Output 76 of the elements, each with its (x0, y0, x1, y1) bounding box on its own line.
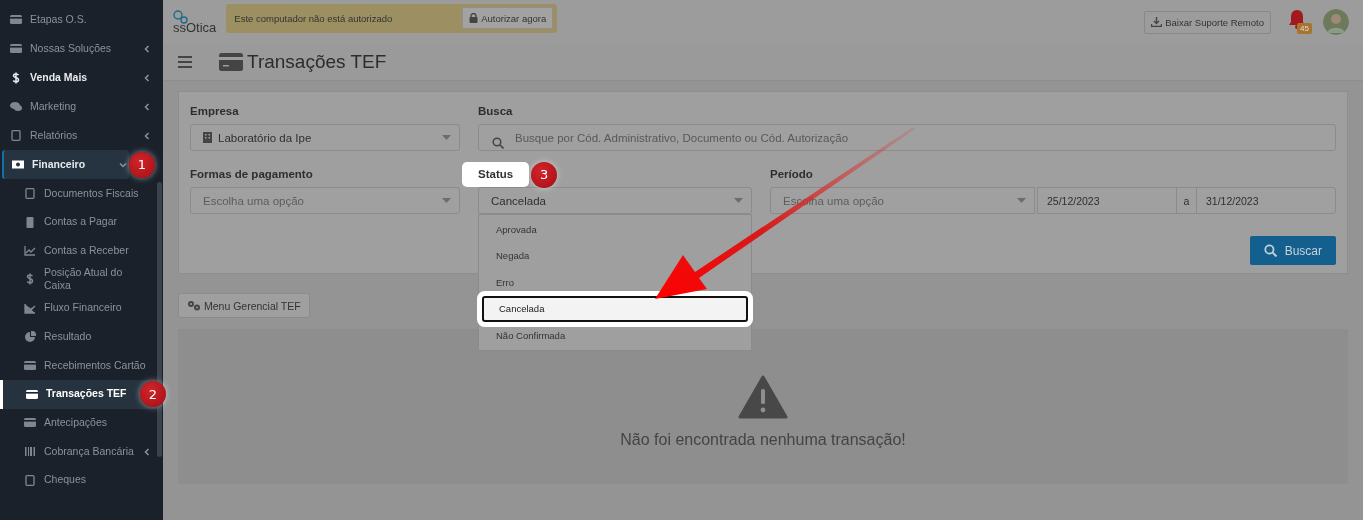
download-icon (1151, 17, 1163, 27)
start-date-field[interactable]: 25/12/2023 (1037, 187, 1177, 214)
date-separator: a (1177, 187, 1196, 214)
sidebar-subitem[interactable]: Posição Atual do Caixa (0, 265, 163, 294)
sidebar-subitem[interactable]: Antecipações (0, 408, 163, 438)
sidebar-item[interactable]: Nossas Soluções (0, 34, 163, 63)
sidebar-subitem[interactable]: Recebimentos Cartão (0, 351, 163, 380)
card-icon (24, 359, 36, 371)
sidebar-subitem[interactable]: Documentos Fiscais (0, 179, 163, 208)
chevron-icon (143, 131, 151, 140)
download-support-button[interactable]: Baixar Suporte Remoto (1144, 10, 1271, 34)
dropdown-option[interactable]: Negada (479, 242, 751, 269)
line-chart-icon (24, 245, 36, 257)
logo-text: ssOtica (173, 21, 217, 34)
empty-message: Não foi encontrada nenhuma transação! (620, 430, 906, 449)
chevron-icon (143, 73, 151, 82)
pie-chart-icon (24, 331, 36, 343)
gears-icon (187, 300, 201, 311)
caret-icon (1017, 198, 1026, 203)
sidebar-item[interactable]: Marketing (0, 92, 163, 121)
search-button[interactable]: Buscar (1249, 236, 1336, 265)
dropdown-option[interactable]: Aprovada (479, 216, 751, 243)
lock-icon (469, 13, 479, 23)
dropdown-option[interactable]: Erro (479, 269, 751, 296)
caret-icon (442, 198, 451, 203)
management-menu-button[interactable]: Menu Gerencial TEF (178, 293, 310, 318)
field-label: Período (770, 167, 814, 182)
dollar-icon (10, 71, 22, 84)
sidebar-subitem[interactable]: Cobrança Bancária (0, 437, 163, 466)
field-label: Empresa (190, 104, 240, 119)
card-icon (219, 53, 243, 71)
barcode-icon (24, 446, 36, 458)
chat-icon (10, 101, 22, 112)
field-label: Formas de pagamento (190, 167, 314, 182)
id-card-icon (10, 14, 22, 25)
sidebar-item[interactable]: Relatórios (0, 121, 163, 150)
step-marker: 2 (140, 381, 166, 408)
status-select[interactable]: Cancelada (478, 187, 752, 214)
sidebar-subitem[interactable]: Resultado (0, 322, 163, 352)
search-icon (1263, 244, 1277, 257)
search-field[interactable]: Busque por Cód. Administrativo, Documento ou Cód. Autorização (478, 124, 1336, 151)
sidebar-subitem[interactable]: Contas a Pagar (0, 207, 163, 237)
dropdown-option[interactable]: Não Confirmada (479, 322, 751, 349)
caret-icon (442, 135, 451, 140)
sidebar-item[interactable]: Venda Mais (0, 63, 163, 92)
company-select[interactable]: Laboratório da Ipe (190, 124, 460, 151)
card-icon (24, 417, 36, 429)
building-icon (203, 132, 212, 143)
end-date-field[interactable]: 31/12/2023 (1196, 187, 1336, 214)
menu-icon[interactable] (178, 56, 192, 68)
caret-icon (734, 198, 743, 203)
field-label: Status (462, 162, 530, 187)
notification-badge: 45 (1297, 23, 1312, 34)
page-title: Transações TEF (247, 51, 387, 73)
chevron-icon (143, 102, 151, 111)
sidebar-subitem[interactable]: Contas a Receber (0, 236, 163, 266)
scrollbar[interactable] (157, 182, 162, 457)
warning-icon (738, 374, 788, 419)
card-icon (26, 388, 38, 400)
step-marker: 3 (531, 161, 558, 188)
logo-icon (173, 10, 189, 24)
sidebar-item[interactable]: Etapas O.S. (0, 5, 163, 34)
dollar-icon (24, 273, 36, 286)
sidebar-item[interactable]: Financeiro (2, 150, 129, 179)
chevron-icon (143, 447, 151, 456)
chevron-icon (119, 160, 127, 169)
sidebar-subitem[interactable]: Fluxo Financeiro (0, 293, 163, 323)
alert-text: Este computador não está autorizado (234, 12, 393, 24)
document-icon (24, 187, 36, 199)
step-marker: 1 (129, 151, 155, 178)
search-icon (492, 137, 504, 149)
authorize-button[interactable]: Autorizar agora (462, 7, 554, 29)
money-icon (12, 159, 24, 170)
chevron-icon (143, 44, 151, 53)
field-label: Busca (478, 104, 514, 119)
sidebar-subitem[interactable]: Cheques (0, 465, 163, 495)
